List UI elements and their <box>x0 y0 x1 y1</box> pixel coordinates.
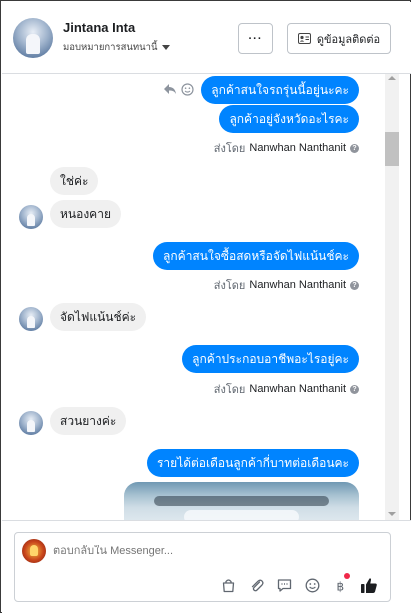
sent-by-line: ส่งโดย Nanwhan Nanthanit ? <box>214 276 359 294</box>
sent-by-label: ส่งโดย <box>213 280 246 292</box>
notification-dot <box>344 573 350 579</box>
like-button[interactable] <box>359 576 378 595</box>
conversation-header: Jintana Inta มอบหมายการสนทนานี้ ··· ดูข้… <box>2 2 411 74</box>
message-incoming[interactable]: หนองคาย <box>50 200 121 228</box>
composer-toolbar: ฿ <box>219 573 378 595</box>
message-photo[interactable] <box>124 482 359 520</box>
scrollbar-thumb[interactable] <box>385 132 399 166</box>
svg-text:฿: ฿ <box>337 580 345 594</box>
sent-by-name: Nanwhan Nanthanit <box>249 279 346 291</box>
message-outgoing[interactable]: ลูกค้าสนใจรถรุ่นนี้อยู่นะคะ <box>201 76 359 104</box>
product-icon <box>222 579 235 593</box>
assign-label: มอบหมายการสนทนานี้ <box>63 42 158 53</box>
question-icon[interactable]: ? <box>350 143 359 153</box>
message-outgoing[interactable]: ลูกค้าประกอบอาชีพอะไรอยู่คะ <box>182 345 359 373</box>
chevron-down-icon <box>161 45 170 50</box>
sent-by-name: Nanwhan Nanthanit <box>249 142 346 154</box>
customer-avatar-small <box>19 411 43 435</box>
reply-icon[interactable] <box>163 83 177 95</box>
message-incoming[interactable]: ใช่ค่ะ <box>50 167 99 195</box>
sent-by-label: ส่งโดย <box>213 384 246 396</box>
view-contact-label: ดูข้อมูลติดต่อ <box>316 33 381 46</box>
message-actions <box>163 83 194 96</box>
message-thread[interactable]: ลูกค้าสนใจรถรุ่นนี้อยู่นะคะ ลูกค้าอยู่จั… <box>2 74 385 520</box>
customer-avatar-small <box>19 205 43 229</box>
attach-button[interactable] <box>247 576 266 595</box>
sent-by-line: ส่งโดย Nanwhan Nanthanit ? <box>214 139 359 157</box>
emoji-button[interactable] <box>303 576 322 595</box>
like-icon <box>360 578 377 593</box>
currency-icon: ฿ <box>337 580 345 594</box>
question-icon[interactable]: ? <box>350 384 359 394</box>
message-incoming[interactable]: จัดไฟแน้นช์ค่ะ <box>50 303 147 331</box>
scrollbar[interactable] <box>385 74 399 520</box>
message-outgoing[interactable]: ลูกค้าสนใจซื้อสดหรือจัดไฟแน้นช์คะ <box>153 242 359 270</box>
customer-avatar-small <box>19 307 43 331</box>
saved-reply-button[interactable] <box>275 576 294 595</box>
customer-avatar[interactable] <box>13 18 53 58</box>
reply-composer: ฿ <box>2 520 411 613</box>
reply-input[interactable] <box>53 545 333 557</box>
scroll-up-arrow[interactable] <box>388 76 396 80</box>
customer-name[interactable]: Jintana Inta <box>63 20 135 35</box>
sent-by-name: Nanwhan Nanthanit <box>249 383 346 395</box>
payment-button[interactable]: ฿ <box>331 573 350 595</box>
more-icon: ··· <box>248 32 263 45</box>
sent-by-label: ส่งโดย <box>213 143 246 155</box>
saved-reply-icon <box>277 579 292 592</box>
message-outgoing[interactable]: ลูกค้าอยู่จังหวัดอะไรคะ <box>219 105 359 133</box>
question-icon[interactable]: ? <box>350 280 359 290</box>
scroll-down-arrow[interactable] <box>388 512 396 516</box>
page-avatar <box>22 539 46 563</box>
attach-icon <box>251 579 264 592</box>
view-contact-button[interactable]: ดูข้อมูลติดต่อ <box>287 23 391 54</box>
message-outgoing[interactable]: รายได้ต่อเดือนลูกค้ากี่บาทต่อเดือนคะ <box>146 449 359 477</box>
assign-conversation-dropdown[interactable]: มอบหมายการสนทนานี้ <box>63 40 170 55</box>
react-icon[interactable] <box>181 83 194 96</box>
contact-card-icon <box>297 33 311 44</box>
emoji-icon <box>305 578 320 593</box>
conversation-window: Jintana Inta มอบหมายการสนทนานี้ ··· ดูข้… <box>0 0 411 613</box>
reply-box[interactable]: ฿ <box>14 532 391 602</box>
product-button[interactable] <box>219 576 238 595</box>
message-incoming[interactable]: สวนยางค่ะ <box>50 407 127 435</box>
more-options-button[interactable]: ··· <box>238 23 273 54</box>
sent-by-line: ส่งโดย Nanwhan Nanthanit ? <box>214 380 359 398</box>
